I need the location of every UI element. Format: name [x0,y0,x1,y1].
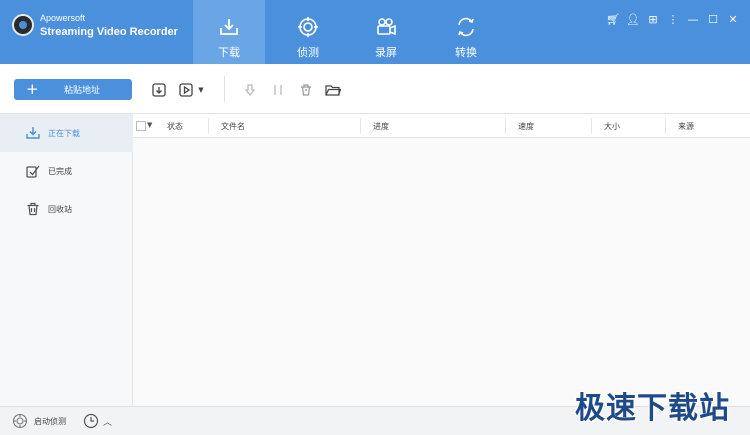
open-folder-button[interactable] [324,81,342,99]
column-divider [208,118,209,134]
toolbar: + 粘贴地址 ▼ [0,64,750,114]
menu-icon[interactable]: ⋮ [666,12,680,26]
column-speed[interactable]: 速度 [518,114,534,138]
user-icon[interactable]: 👤︎ [626,12,640,26]
chevron-up-icon[interactable]: ︿ [103,415,112,428]
column-progress[interactable]: 进度 [373,114,389,138]
sidebar-item-recycle-bin[interactable]: 回收站 [0,190,133,228]
check-icon [26,165,40,178]
trash-icon [301,84,311,96]
delete-button[interactable] [297,81,315,99]
tab-record[interactable]: 录屏 [350,0,422,64]
pause-icon [274,85,282,95]
start-download-icon [244,84,256,97]
brand-company: Apowersoft [40,13,86,23]
sidebar-item-label: 回收站 [48,204,72,214]
cart-icon[interactable]: 🛒︎ [606,12,620,26]
column-filename[interactable]: 文件名 [221,114,245,138]
column-divider [665,118,666,134]
detect-icon[interactable] [12,413,28,429]
column-size[interactable]: 大小 [604,114,620,138]
column-source[interactable]: 来源 [678,114,694,138]
tab-detect[interactable]: 侦测 [272,0,344,64]
tab-download-label: 下载 [218,46,240,59]
column-divider [360,118,361,134]
start-button[interactable] [241,81,259,99]
video-dropdown-button[interactable]: ▼ [196,81,206,99]
select-all-checkbox[interactable] [136,121,146,131]
sidebar-item-completed[interactable]: 已完成 [0,152,133,190]
app-logo-icon [12,14,34,36]
folder-icon [325,85,341,96]
plus-icon: + [26,80,39,98]
toolbar-divider [224,76,225,102]
clock-icon[interactable] [83,413,99,429]
download-icon [220,19,238,35]
import-icon [152,83,166,97]
column-divider [591,118,592,134]
sidebar-item-downloading[interactable]: 正在下载 [0,114,133,152]
pause-button[interactable] [269,81,287,99]
paste-url-label: 粘贴地址 [64,86,101,96]
watermark: 极速下载站 [575,391,730,426]
sidebar-item-label: 已完成 [48,166,72,176]
paste-url-button[interactable]: + 粘贴地址 [14,79,132,100]
column-divider [505,118,506,134]
maximize-icon[interactable]: ☐ [706,12,720,26]
import-download-button[interactable] [150,81,168,99]
caret-down-icon: ▼ [198,86,204,94]
apps-icon[interactable]: ⊞ [646,12,660,26]
sidebar: 正在下载 已完成 回收站 [0,114,133,406]
table-header: ▼ 状态 文件名 进度 速度 大小 来源 [133,114,750,138]
tab-detect-label: 侦测 [297,46,319,59]
tab-record-label: 录屏 [375,46,397,59]
detect-icon [298,17,318,37]
sidebar-item-label: 正在下载 [48,128,80,138]
tab-download[interactable]: 下载 [193,0,265,64]
start-detect-label[interactable]: 启动侦测 [34,416,66,427]
tab-convert[interactable]: 转换 [430,0,502,64]
caret-down-icon[interactable]: ▼ [147,121,152,129]
convert-icon [458,17,474,37]
download-icon [26,127,40,139]
trash-icon [27,202,39,216]
minimize-icon[interactable]: — [686,12,700,26]
video-icon [179,83,193,97]
tab-convert-label: 转换 [455,46,477,59]
video-download-button[interactable] [177,81,195,99]
app-header: Apowersoft Streaming Video Recorder 下载 侦… [0,0,750,64]
brand-product: Streaming Video Recorder [40,26,178,38]
window-controls: 🛒︎ 👤︎ ⊞ ⋮ — ☐ ✕ [606,12,740,26]
download-list: ▼ 状态 文件名 进度 速度 大小 来源 [133,114,750,406]
close-icon[interactable]: ✕ [726,12,740,26]
column-status[interactable]: 状态 [167,114,183,138]
camera-icon [377,18,396,36]
